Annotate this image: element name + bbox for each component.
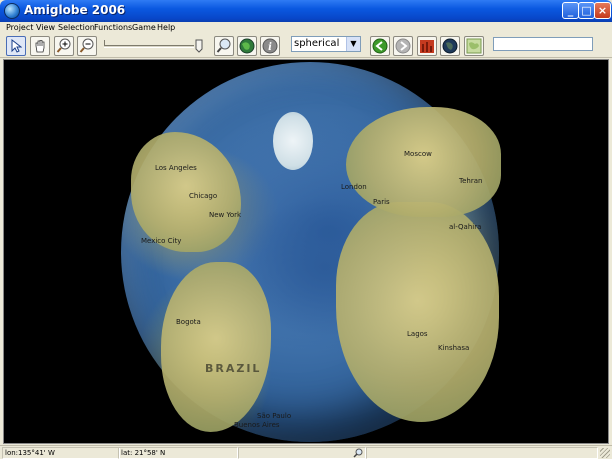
- toolbar: i spherical ▼: [0, 34, 612, 58]
- chart-button[interactable]: [417, 36, 437, 56]
- menu-view[interactable]: View: [36, 22, 55, 34]
- forward-button[interactable]: [393, 36, 413, 56]
- hand-tool-button[interactable]: [30, 36, 50, 56]
- magnifier-button[interactable]: [214, 36, 234, 56]
- map-button[interactable]: [464, 36, 484, 56]
- zoom-in-tool-button[interactable]: [54, 36, 74, 56]
- window-title: Amiglobe 2006: [24, 3, 126, 17]
- city-label: Lagos: [407, 330, 428, 338]
- status-cell-empty: [366, 447, 598, 459]
- map-viewport[interactable]: Los Angeles Chicago New York Mexico City…: [3, 59, 609, 444]
- zoom-out-icon: [79, 38, 94, 53]
- globe[interactable]: Los Angeles Chicago New York Mexico City…: [121, 62, 501, 442]
- svg-text:i: i: [268, 42, 272, 53]
- city-label: Buenos Aires: [234, 421, 280, 429]
- city-label: New York: [209, 211, 242, 219]
- city-label: al-Qahira: [449, 223, 482, 231]
- globe-view-button[interactable]: [237, 36, 257, 56]
- forward-icon: [395, 38, 411, 54]
- projection-select[interactable]: spherical ▼: [291, 36, 361, 52]
- menu-bar: Project View Selection Functions Game He…: [0, 22, 612, 34]
- longitude-readout: lon:135°41' W: [2, 447, 120, 459]
- zoom-out-tool-button[interactable]: [77, 36, 97, 56]
- map-icon: [466, 38, 482, 54]
- globe-icon: [239, 38, 255, 54]
- city-label: Mexico City: [141, 237, 182, 245]
- africa-landmass: [336, 202, 499, 422]
- region-label: BRAZIL: [205, 362, 262, 375]
- greenland-landmass: [273, 112, 313, 170]
- zoom-in-icon: [56, 38, 71, 53]
- menu-game[interactable]: Game: [132, 22, 156, 34]
- back-button[interactable]: [370, 36, 390, 56]
- bar-chart-icon: [420, 40, 434, 53]
- magnifier-icon: [216, 38, 231, 53]
- chevron-down-icon[interactable]: ▼: [346, 37, 360, 51]
- search-input[interactable]: [493, 37, 593, 51]
- hand-icon: [35, 40, 45, 53]
- menu-project[interactable]: Project: [6, 22, 33, 34]
- dark-globe-icon: [442, 38, 458, 54]
- city-label: Paris: [373, 198, 390, 206]
- status-bar: lon:135°41' W lat: 21°58' N: [0, 445, 612, 459]
- dark-globe-button[interactable]: [440, 36, 460, 56]
- city-label: Bogota: [176, 318, 201, 326]
- pointer-icon: [11, 39, 22, 53]
- city-label: São Paulo: [257, 412, 292, 420]
- close-button[interactable]: ×: [594, 2, 611, 19]
- eurasia-landmass: [346, 107, 501, 217]
- city-label: Chicago: [189, 192, 218, 200]
- city-label: Moscow: [404, 150, 432, 158]
- south-america-landmass: [161, 262, 271, 432]
- status-cell-empty: [238, 447, 366, 459]
- zoom-status-icon: [353, 448, 363, 458]
- latitude-readout: lat: 21°58' N: [118, 447, 238, 459]
- menu-help[interactable]: Help: [157, 22, 175, 34]
- menu-selection[interactable]: Selection: [58, 22, 95, 34]
- city-label: London: [341, 183, 367, 191]
- back-icon: [372, 38, 388, 54]
- projection-select-value: spherical: [294, 38, 340, 49]
- zoom-slider-thumb[interactable]: [195, 39, 203, 53]
- resize-grip[interactable]: [600, 448, 610, 458]
- info-icon: i: [262, 38, 278, 54]
- pointer-tool-button[interactable]: [6, 36, 26, 56]
- city-label: Los Angeles: [155, 164, 197, 172]
- north-america-landmass: [131, 132, 241, 252]
- maximize-button[interactable]: □: [578, 2, 595, 19]
- city-label: Kinshasa: [438, 344, 470, 352]
- city-label: Tehran: [459, 177, 483, 185]
- menu-functions[interactable]: Functions: [94, 22, 132, 34]
- app-globe-icon: [4, 3, 20, 19]
- zoom-slider[interactable]: [104, 45, 194, 48]
- minimize-button[interactable]: _: [562, 2, 579, 19]
- title-bar: Amiglobe 2006 _ □ ×: [0, 0, 612, 22]
- info-button[interactable]: i: [260, 36, 280, 56]
